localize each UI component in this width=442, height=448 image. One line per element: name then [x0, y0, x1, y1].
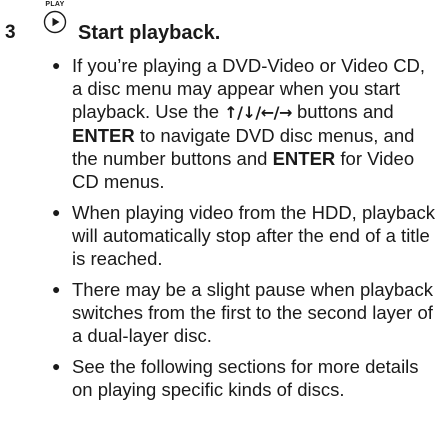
play-button-icon: [43, 10, 67, 34]
bullet-item: ● When playing video from the HDD, playba…: [52, 201, 440, 270]
bullet-text: If you’re playing a DVD-Video or Video C…: [72, 55, 425, 192]
bullet-dot: ●: [52, 281, 61, 297]
play-button-graphic: PLAY: [42, 0, 68, 34]
text-run: buttons and: [291, 101, 394, 122]
bullet-item: ● There may be a slight pause when playba…: [52, 278, 440, 347]
button-name: ENTER: [72, 125, 135, 146]
bullet-item: ● See the following sections for more det…: [52, 355, 440, 401]
instruction-bullet-list: ● If you’re playing a DVD-Video or Video …: [52, 54, 440, 409]
button-name: ENTER: [272, 148, 336, 169]
step-number: 3: [5, 22, 16, 43]
text-run: When playing video from the HDD, playbac…: [72, 202, 435, 269]
arrow-buttons-glyphs: ↑/↓/←/→: [224, 103, 292, 122]
bullet-text: See the following sections for more deta…: [72, 356, 419, 400]
bullet-text: There may be a slight pause when playbac…: [72, 279, 433, 346]
bullet-dot: ●: [52, 358, 61, 374]
text-run: See the following sections for more deta…: [72, 356, 419, 400]
text-run: There may be a slight pause when playbac…: [72, 279, 433, 346]
bullet-dot: ●: [52, 57, 61, 73]
play-caption: PLAY: [45, 1, 65, 8]
step-title: Start playback.: [78, 22, 221, 44]
bullet-dot: ●: [52, 204, 61, 220]
bullet-item: ● If you’re playing a DVD-Video or Video …: [52, 54, 440, 193]
bullet-text: When playing video from the HDD, playbac…: [72, 202, 435, 269]
